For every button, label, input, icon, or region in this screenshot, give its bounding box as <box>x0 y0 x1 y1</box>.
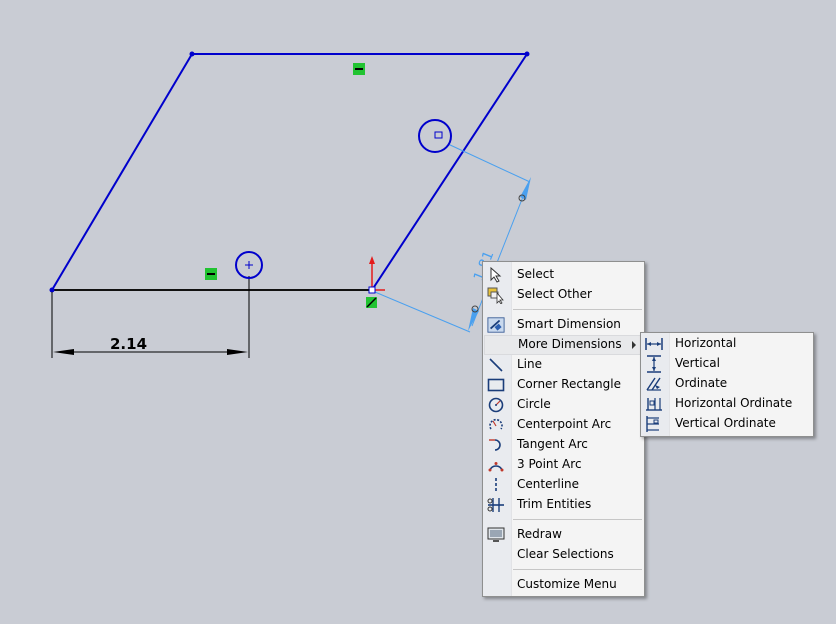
sketch-line-left[interactable] <box>51 53 193 291</box>
menu-item-label: Clear Selections <box>517 547 614 561</box>
vertical-dimension-icon <box>645 355 663 373</box>
centerpoint-arc-icon <box>487 416 505 434</box>
menu-item-label: Tangent Arc <box>517 437 588 451</box>
ordinate-dimension-icon <box>645 375 663 393</box>
menu-item-redraw[interactable]: Redraw <box>483 525 644 545</box>
submenu-item-ordinate[interactable]: Ordinate <box>641 374 813 394</box>
menu-item-clear-selections[interactable]: Clear Selections <box>483 545 644 565</box>
menu-item-tangent-arc[interactable]: Tangent Arc <box>483 435 644 455</box>
menu-item-label: Ordinate <box>675 376 728 390</box>
menu-item-label: Centerpoint Arc <box>517 417 612 431</box>
menu-item-corner-rectangle[interactable]: Corner Rectangle <box>483 375 644 395</box>
menu-item-label: Customize Menu <box>517 577 617 591</box>
submenu-item-vertical[interactable]: Vertical <box>641 354 813 374</box>
horizontal-dimension-icon <box>645 335 663 353</box>
origin-icon <box>366 256 385 308</box>
menu-separator <box>513 569 642 570</box>
menu-item-line[interactable]: Line <box>483 355 644 375</box>
menu-item-label: Vertical <box>675 356 720 370</box>
dimension-endpoint-marker[interactable] <box>418 119 452 153</box>
context-menu: Select Select Other Smart Dimension More… <box>482 261 645 597</box>
submenu-arrow-icon <box>632 341 636 349</box>
vertical-ordinate-icon <box>645 415 663 433</box>
menu-separator <box>513 309 642 310</box>
three-point-arc-icon <box>487 456 505 474</box>
horizontal-ordinate-icon <box>645 395 663 413</box>
menu-item-label: Horizontal Ordinate <box>675 396 793 410</box>
submenu-item-horizontal-ordinate[interactable]: Horizontal Ordinate <box>641 394 813 414</box>
menu-item-label: Circle <box>517 397 551 411</box>
menu-item-label: Smart Dimension <box>517 317 621 331</box>
line-icon <box>487 356 505 374</box>
rectangle-icon <box>487 376 505 394</box>
menu-item-label: Horizontal <box>675 336 737 350</box>
vertex-point[interactable] <box>189 51 195 57</box>
menu-item-label: Select <box>517 267 555 281</box>
submenu-item-horizontal[interactable]: Horizontal <box>641 334 813 354</box>
cursor-arrow-icon <box>487 266 505 284</box>
menu-item-label: Centerline <box>517 477 580 491</box>
tangent-arc-icon <box>487 436 505 454</box>
trim-icon <box>487 496 505 514</box>
menu-item-customize-menu[interactable]: Customize Menu <box>483 575 644 595</box>
menu-item-3-point-arc[interactable]: 3 Point Arc <box>483 455 644 475</box>
vertex-point[interactable] <box>524 51 530 57</box>
menu-item-centerpoint-arc[interactable]: Centerpoint Arc <box>483 415 644 435</box>
menu-separator <box>513 519 642 520</box>
menu-item-label: Redraw <box>517 527 562 541</box>
dimension-2-14-label: 2.14 <box>110 335 147 353</box>
menu-item-label: Corner Rectangle <box>517 377 621 391</box>
select-other-icon <box>487 286 505 304</box>
submenu-item-vertical-ordinate[interactable]: Vertical Ordinate <box>641 414 813 434</box>
menu-item-label: Vertical Ordinate <box>675 416 776 430</box>
horizontal-relation-icon <box>205 268 217 280</box>
menu-item-trim-entities[interactable]: Trim Entities <box>483 495 644 515</box>
menu-item-label: Trim Entities <box>517 497 592 511</box>
redraw-icon <box>487 526 505 544</box>
circle-icon <box>487 396 505 414</box>
menu-item-more-dimensions[interactable]: More Dimensions <box>484 335 643 355</box>
menu-item-select-other[interactable]: Select Other <box>483 285 644 305</box>
menu-item-select[interactable]: Select <box>483 265 644 285</box>
dimension-endpoint-marker[interactable] <box>235 251 263 279</box>
menu-item-circle[interactable]: Circle <box>483 395 644 415</box>
sketch-canvas[interactable]: 2.14 1.81 <box>0 0 836 624</box>
horizontal-relation-icon <box>353 63 365 75</box>
menu-item-label: More Dimensions <box>518 337 622 351</box>
menu-item-label: 3 Point Arc <box>517 457 582 471</box>
menu-item-label: Select Other <box>517 287 592 301</box>
vertex-point[interactable] <box>49 287 55 293</box>
menu-item-smart-dimension[interactable]: Smart Dimension <box>483 315 644 335</box>
menu-item-label: Line <box>517 357 543 371</box>
dimension-2-14[interactable]: 2.14 <box>51 276 250 358</box>
centerline-icon <box>487 476 505 494</box>
menu-item-centerline[interactable]: Centerline <box>483 475 644 495</box>
sketch-line-right[interactable] <box>371 53 528 291</box>
more-dimensions-submenu: Horizontal Vertical Ordinate Horizontal … <box>640 332 814 437</box>
smart-dimension-icon <box>487 316 505 334</box>
